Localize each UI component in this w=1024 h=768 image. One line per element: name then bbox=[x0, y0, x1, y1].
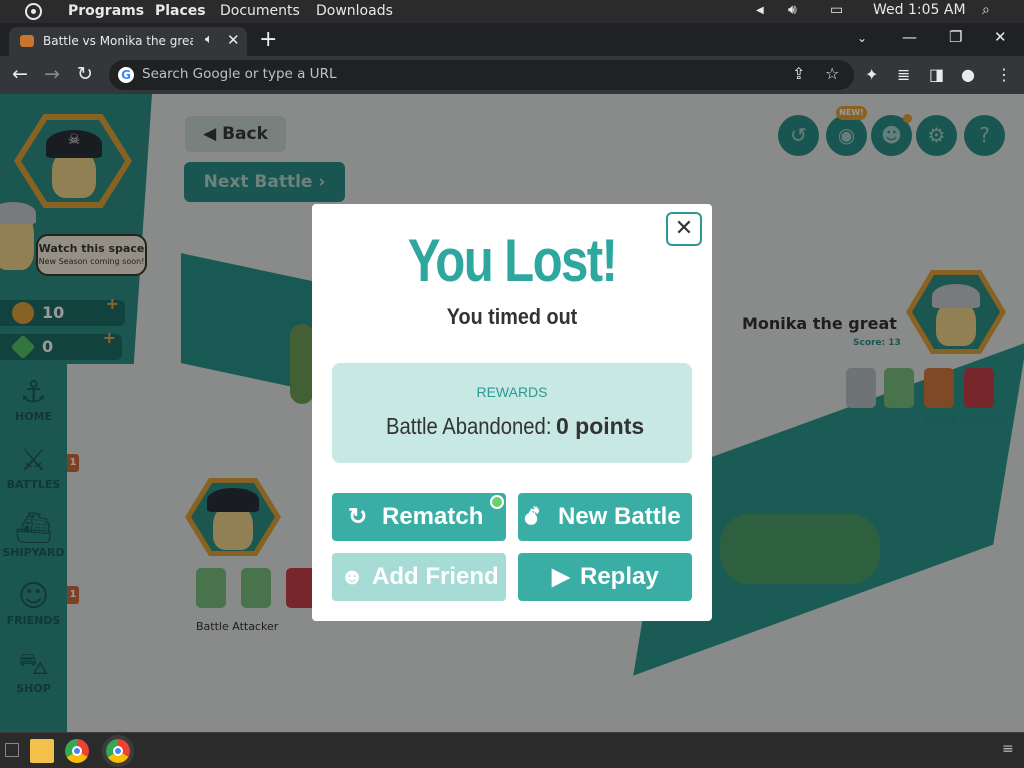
menu-downloads[interactable]: Downloads bbox=[316, 3, 393, 19]
os-top-bar: Programs Places Documents Downloads ◀ 🔊︎… bbox=[0, 0, 1024, 23]
volume-icon[interactable]: 🔊︎ bbox=[788, 2, 797, 18]
tray-arrow-icon[interactable]: ◀ bbox=[756, 5, 764, 16]
menu-documents[interactable]: Documents bbox=[220, 3, 300, 19]
result-subtitle: You timed out bbox=[446, 304, 578, 329]
tab-close-icon[interactable]: ✕ bbox=[227, 31, 240, 49]
add-friend-icon: ☻ bbox=[340, 563, 365, 589]
online-indicator bbox=[490, 495, 504, 509]
replay-button[interactable]: ▶ Replay bbox=[518, 553, 692, 601]
tab-title: Battle vs Monika the great - bbox=[43, 34, 193, 48]
tab-search-icon[interactable]: ⌄ bbox=[857, 31, 867, 45]
add-friend-label: Add Friend bbox=[372, 563, 499, 590]
omnibox-placeholder: Search Google or type a URL bbox=[142, 66, 337, 82]
maximize-icon[interactable]: ❐ bbox=[949, 28, 962, 46]
google-icon: G bbox=[118, 67, 134, 83]
close-icon: ✕ bbox=[674, 216, 694, 241]
result-modal: ✕ You Lost! You timed out REWARDS Battle… bbox=[312, 204, 712, 621]
tab-favicon-icon bbox=[20, 35, 34, 47]
new-battle-button[interactable]: 💣︎ New Battle bbox=[518, 493, 692, 541]
side-panel-icon[interactable]: ◨ bbox=[929, 65, 944, 84]
forward-arrow-icon[interactable]: → bbox=[44, 63, 60, 85]
new-battle-label: New Battle bbox=[558, 503, 681, 530]
media-control-icon[interactable]: ≣ bbox=[897, 65, 910, 84]
folder-icon[interactable] bbox=[30, 739, 54, 763]
os-logo-icon[interactable] bbox=[25, 3, 42, 20]
browser-toolbar: ← → ↻ G Search Google or type a URL ⇪ ☆ … bbox=[0, 56, 1024, 94]
clock[interactable]: Wed 1:05 AM bbox=[873, 2, 966, 18]
add-friend-button[interactable]: ☻ Add Friend bbox=[332, 553, 506, 601]
show-desktop-icon[interactable] bbox=[5, 743, 19, 757]
extensions-icon[interactable]: ✦ bbox=[865, 65, 878, 84]
taskbar: ≡ bbox=[0, 732, 1024, 768]
reward-label: Battle Abandoned: bbox=[386, 413, 552, 439]
browser-tab[interactable]: Battle vs Monika the great - 🔈︎ ✕ bbox=[9, 27, 247, 56]
game-canvas[interactable]: ☠ Watch this space New Season coming soo… bbox=[0, 94, 1024, 732]
bomb-icon: 💣︎ bbox=[524, 503, 539, 529]
replay-label: Replay bbox=[580, 563, 659, 590]
menu-programs[interactable]: Programs bbox=[68, 3, 144, 19]
taskbar-menu-icon[interactable]: ≡ bbox=[1002, 741, 1024, 765]
omnibox[interactable]: G Search Google or type a URL ⇪ ☆ bbox=[109, 60, 854, 90]
new-tab-icon[interactable]: + bbox=[259, 27, 277, 52]
chrome-active-icon[interactable] bbox=[102, 735, 134, 767]
share-icon[interactable]: ⇪ bbox=[792, 64, 805, 83]
menu-places[interactable]: Places bbox=[155, 3, 206, 19]
result-title: You Lost! bbox=[407, 227, 618, 294]
search-icon[interactable]: ⌕ bbox=[982, 2, 990, 18]
rematch-icon: ↻ bbox=[348, 503, 368, 529]
rematch-button[interactable]: ↻ Rematch bbox=[332, 493, 506, 541]
minimize-icon[interactable]: — bbox=[902, 28, 917, 46]
rematch-label: Rematch bbox=[382, 503, 484, 530]
profile-icon[interactable]: ● bbox=[961, 65, 975, 84]
chrome-icon[interactable] bbox=[65, 739, 89, 763]
rewards-panel: REWARDS Battle Abandoned: 0 points bbox=[332, 363, 692, 463]
window-close-icon[interactable]: ✕ bbox=[994, 28, 1007, 46]
reward-value: 0 points bbox=[556, 413, 645, 439]
back-arrow-icon[interactable]: ← bbox=[12, 63, 28, 85]
rewards-heading: REWARDS bbox=[476, 384, 548, 400]
chrome-menu-icon[interactable]: ⋮ bbox=[996, 65, 1012, 84]
reload-icon[interactable]: ↻ bbox=[77, 63, 93, 85]
tab-audio-icon[interactable]: 🔈︎ bbox=[205, 32, 213, 47]
play-icon: ▶ bbox=[552, 563, 570, 589]
bookmark-star-icon[interactable]: ☆ bbox=[825, 64, 839, 83]
browser-tabstrip: Battle vs Monika the great - 🔈︎ ✕ + ⌄ — … bbox=[0, 23, 1024, 56]
display-icon[interactable]: ▭ bbox=[830, 2, 843, 18]
